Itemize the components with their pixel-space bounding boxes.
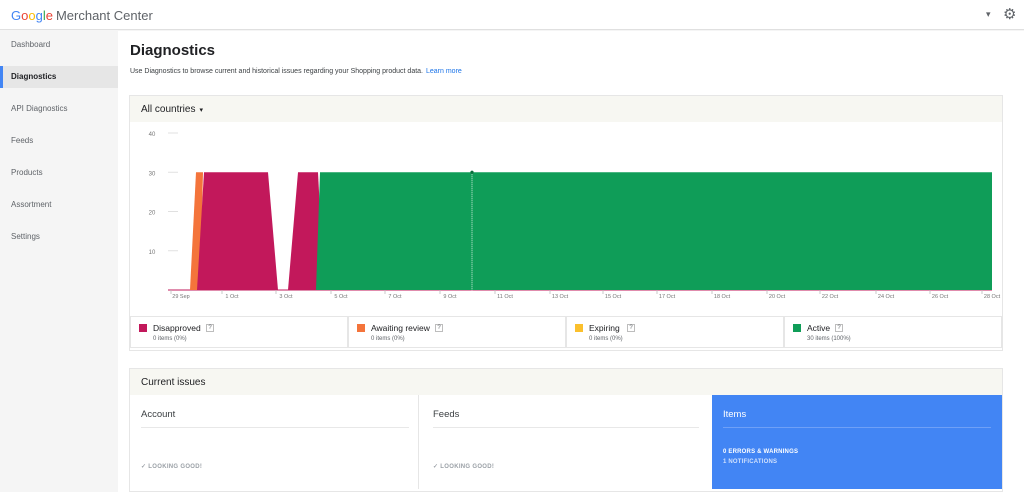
feeds-issues-panel[interactable]: Feeds ✓ LOOKING GOOD! [422,395,710,489]
y-tick-label: 10 [149,250,156,256]
legend-label: Active [807,323,831,333]
divider [141,427,409,428]
current-issues-title: Current issues [141,377,206,388]
x-tick-label: 28 Oct [984,294,1001,300]
legend-count: 0 items (0%) [371,336,405,342]
google-wordmark: Google [11,8,53,23]
active-swatch [793,324,801,332]
help-icon[interactable]: ? [206,324,214,332]
panel-title: Feeds [433,409,460,420]
x-tick-label: 7 Oct [388,294,402,300]
main-content: Diagnostics Use Diagnostics to browse cu… [118,31,1024,492]
x-tick-label: 26 Oct [932,294,949,300]
help-icon[interactable]: ? [435,324,443,332]
legend-expiring[interactable]: Expiring ? 0 items (0%) [566,316,784,348]
divider [433,427,699,428]
y-tick-label: 20 [149,211,156,217]
y-tick-label: 40 [149,132,156,138]
x-tick-label: 18 Oct [714,294,731,300]
legend-label: Awaiting review [371,323,430,333]
status-area-chart[interactable]: 10 20 30 40 29 Sep 1 Oct 3 Oct 5 Oct 7 Oct 9 Oct… [130,123,1002,308]
x-tick-label: 3 Oct [279,294,293,300]
current-issues-header: Current issues [130,369,1002,395]
errors-warnings-count[interactable]: 0 ERRORS & WARNINGS [723,449,798,455]
disapproved-area [197,172,278,290]
x-tick-label: 22 Oct [822,294,839,300]
legend-count: 0 items (0%) [589,336,623,342]
check-icon: ✓ [433,464,439,470]
page-title: Diagnostics [130,42,216,59]
account-status: ✓ LOOKING GOOD! [141,464,203,470]
hover-point [470,170,474,174]
awaiting-review-swatch [357,324,365,332]
chevron-down-icon: ▾ [199,107,203,114]
x-tick-label: 15 Oct [605,294,622,300]
sidebar-item-feeds[interactable]: Feeds [0,130,118,152]
y-tick-label: 30 [149,171,156,177]
legend-active[interactable]: Active ? 30 items (100%) [784,316,1002,348]
x-tick-label: 9 Oct [443,294,457,300]
diagnostics-chart-card: All countries ▾ 10 20 30 40 29 Sep 1 Oct 3 Oct… [129,95,1003,351]
legend-count: 30 items (100%) [807,336,851,342]
divider [723,427,991,428]
x-tick-label: 11 Oct [497,294,513,300]
merchant-center-logo[interactable]: Google Merchant Center [11,8,153,23]
panel-title: Account [141,409,176,420]
top-bar: Google Merchant Center ▾ ⚙ [0,0,1024,30]
account-dropdown-icon[interactable]: ▾ [986,9,991,20]
feeds-status: ✓ LOOKING GOOD! [433,464,495,470]
country-filter-label: All countries [141,104,196,115]
sidebar: Dashboard Diagnostics API Diagnostics Fe… [0,31,118,492]
current-issues-card: Current issues Account ✓ LOOKING GOOD! F… [129,368,1003,492]
legend-disapproved[interactable]: Disapproved ? 0 items (0%) [130,316,348,348]
intro-text: Use Diagnostics to browse current and hi… [130,68,423,75]
gear-icon[interactable]: ⚙ [1003,5,1016,23]
country-filter-dropdown[interactable]: All countries ▾ [141,104,203,115]
legend-count: 0 items (0%) [153,336,187,342]
check-icon: ✓ [141,464,147,470]
help-icon[interactable]: ? [627,324,635,332]
chart-card-header: All countries ▾ [130,96,1002,122]
x-tick-label: 29 Sep [172,294,189,300]
account-issues-panel[interactable]: Account ✓ LOOKING GOOD! [130,395,419,489]
active-area [316,172,992,290]
items-issues-panel[interactable]: Items 0 ERRORS & WARNINGS 1 NOTIFICATION… [712,395,1002,489]
legend-awaiting-review[interactable]: Awaiting review ? 0 items (0%) [348,316,566,348]
sidebar-item-assortment[interactable]: Assortment [0,194,118,216]
chart-legend: Disapproved ? 0 items (0%) Awaiting revi… [130,316,1002,348]
legend-label: Expiring [589,323,620,333]
learn-more-link[interactable]: Learn more [426,68,462,75]
x-tick-label: 13 Oct [552,294,569,300]
x-tick-label: 1 Oct [225,294,239,300]
sidebar-item-dashboard[interactable]: Dashboard [0,34,118,56]
sidebar-item-api-diagnostics[interactable]: API Diagnostics [0,98,118,120]
disapproved-swatch [139,324,147,332]
sidebar-item-diagnostics[interactable]: Diagnostics [0,66,118,88]
page-intro: Use Diagnostics to browse current and hi… [130,68,462,75]
x-tick-label: 20 Oct [769,294,786,300]
sidebar-item-products[interactable]: Products [0,162,118,184]
legend-label: Disapproved [153,323,201,333]
notifications-count[interactable]: 1 NOTIFICATIONS [723,459,777,465]
x-tick-label: 5 Oct [334,294,348,300]
x-tick-label: 17 Oct [659,294,676,300]
product-name: Merchant Center [55,8,153,23]
expiring-swatch [575,324,583,332]
x-tick-label: 24 Oct [878,294,895,300]
sidebar-item-settings[interactable]: Settings [0,226,118,248]
help-icon[interactable]: ? [835,324,843,332]
panel-title: Items [723,409,747,420]
